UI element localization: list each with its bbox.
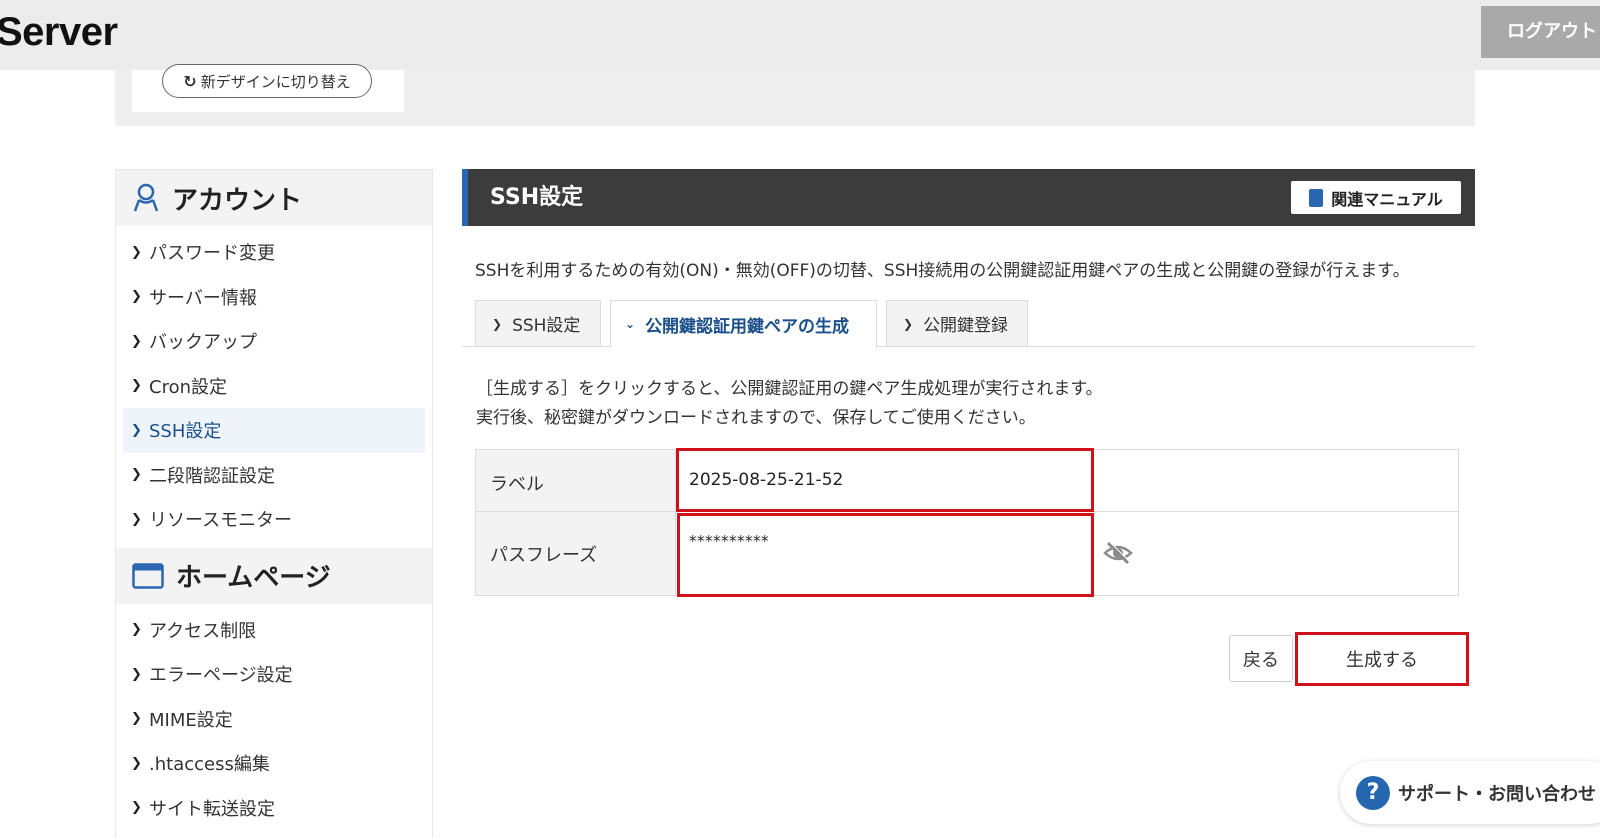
chevron-right-icon: ❯: [131, 666, 142, 682]
sidebar-item-account-2[interactable]: ❯ バックアップ: [123, 319, 425, 364]
tab-keypair-generate[interactable]: ⌄ 公開鍵認証用鍵ペアの生成: [610, 300, 877, 348]
sidebar-item-label: リソースモニター: [149, 510, 293, 532]
page-title: SSH設定: [490, 185, 584, 210]
top-bar: Server ログアウト: [0, 0, 1600, 70]
sidebar-item-label: 二段階認証設定: [149, 465, 275, 487]
sidebar-item-homepage-2[interactable]: ❯ MIME設定: [123, 697, 425, 742]
sidebar-item-label: MIME設定: [149, 709, 233, 731]
design-switch-label: 新デザインに切り替え: [200, 72, 351, 91]
support-label: サポート・お問い合わせ: [1398, 783, 1596, 805]
eye-off-icon[interactable]: [1103, 540, 1133, 566]
chevron-down-icon: ⌄: [625, 317, 636, 331]
sidebar-item-label: エラーページ設定: [149, 665, 293, 687]
sidebar-item-homepage-1[interactable]: ❯ エラーページ設定: [123, 652, 425, 697]
manual-button[interactable]: 関連マニュアル: [1291, 181, 1461, 214]
tab-public-key-register[interactable]: ❯ 公開鍵登録: [886, 300, 1028, 347]
user-icon: [133, 183, 159, 212]
sidebar-item-account-4[interactable]: ❯ SSH設定: [123, 408, 425, 453]
sidebar-item-label: パスワード変更: [149, 243, 275, 265]
generate-button[interactable]: 生成する: [1295, 632, 1469, 686]
tab-label: 公開鍵認証用鍵ペアの生成: [645, 316, 850, 337]
design-switch-button[interactable]: ↻ 新デザインに切り替え: [162, 64, 372, 98]
sidebar-item-homepage-4[interactable]: ❯ サイト転送設定: [123, 786, 425, 831]
homepage-menu: ❯ アクセス制限 ❯ エラーページ設定 ❯ MIME設定 ❯ .htaccess編集 ❯ サイト転…: [116, 604, 432, 835]
sidebar-item-label: Cron設定: [149, 376, 227, 398]
back-button[interactable]: 戻る: [1229, 635, 1293, 682]
tab-ssh-settings[interactable]: ❯ SSH設定: [475, 300, 601, 347]
chevron-right-icon: ❯: [131, 422, 142, 438]
chevron-right-icon: ❯: [492, 316, 503, 331]
page-description: SSHを利用するための有効(ON)・無効(OFF)の切替、SSH接続用の公開鍵認…: [475, 261, 1410, 281]
info-line-1: ［生成する］をクリックすると、公開鍵認証用の鍵ペア生成処理が実行されます。: [476, 379, 1103, 399]
sidebar-item-account-5[interactable]: ❯ 二段階認証設定: [123, 453, 425, 498]
sidebar-item-account-1[interactable]: ❯ サーバー情報: [123, 275, 425, 320]
info-text: ［生成する］をクリックすると、公開鍵認証用の鍵ペア生成処理が実行されます。 実行…: [476, 375, 1103, 433]
sidebar-heading-homepage-label: ホームページ: [176, 563, 331, 593]
sidebar-item-label: .htaccess編集: [149, 754, 270, 776]
chevron-right-icon: ❯: [131, 711, 142, 727]
sidebar-item-account-0[interactable]: ❯ パスワード変更: [123, 230, 425, 275]
info-line-2: 実行後、秘密鍵がダウンロードされますので、保存してご使用ください。: [476, 408, 1036, 428]
passphrase-input[interactable]: **********: [677, 513, 1094, 597]
label-field-title: ラベル: [490, 474, 544, 495]
chevron-right-icon: ❯: [131, 800, 142, 816]
sidebar-item-account-3[interactable]: ❯ Cron設定: [123, 364, 425, 409]
label-input[interactable]: 2025-08-25-21-52: [676, 448, 1094, 512]
manual-button-label: 関連マニュアル: [1331, 189, 1443, 209]
question-icon: ?: [1356, 775, 1390, 810]
refresh-icon: ↻: [183, 71, 197, 91]
chevron-right-icon: ❯: [131, 333, 142, 349]
window-icon: [132, 562, 164, 589]
page-header: SSH設定 関連マニュアル: [462, 169, 1475, 226]
chevron-right-icon: ❯: [131, 378, 142, 394]
logo: Server: [0, 10, 118, 54]
sidebar-item-label: バックアップ: [149, 332, 257, 354]
logout-button[interactable]: ログアウト: [1481, 6, 1600, 58]
sidebar-item-homepage-0[interactable]: ❯ アクセス制限: [123, 608, 425, 653]
chevron-right-icon: ❯: [131, 289, 142, 305]
sidebar-item-label: サーバー情報: [149, 287, 257, 309]
chevron-right-icon: ❯: [131, 467, 142, 483]
sidebar-item-label: SSH設定: [149, 421, 222, 443]
sidebar-item-label: サイト転送設定: [149, 798, 275, 820]
chevron-right-icon: ❯: [131, 755, 142, 771]
tab-label: SSH設定: [512, 316, 581, 336]
sidebar-heading-homepage: ホームページ: [116, 547, 432, 604]
chevron-right-icon: ❯: [131, 511, 142, 527]
book-icon: [1309, 188, 1324, 207]
passphrase-field-title: パスフレーズ: [490, 545, 598, 566]
support-button[interactable]: ? サポート・お問い合わせ: [1340, 761, 1600, 824]
chevron-right-icon: ❯: [131, 244, 142, 260]
sidebar-item-account-6[interactable]: ❯ リソースモニター: [123, 497, 425, 542]
chevron-right-icon: ❯: [903, 316, 914, 331]
sidebar-heading-account-label: アカウント: [172, 185, 303, 216]
sidebar-item-label: アクセス制限: [149, 620, 257, 642]
chevron-right-icon: ❯: [131, 622, 142, 638]
sidebar: アカウント ❯ パスワード変更 ❯ サーバー情報 ❯ バックアップ ❯ Cron設定 ❯ SSH設…: [115, 169, 433, 838]
sidebar-heading-account: アカウント: [116, 170, 432, 226]
sidebar-item-homepage-3[interactable]: ❯ .htaccess編集: [123, 741, 425, 786]
account-menu: ❯ パスワード変更 ❯ サーバー情報 ❯ バックアップ ❯ Cron設定 ❯ SSH設定 ❯ 二段階認…: [116, 226, 432, 546]
tab-label: 公開鍵登録: [923, 316, 1009, 336]
